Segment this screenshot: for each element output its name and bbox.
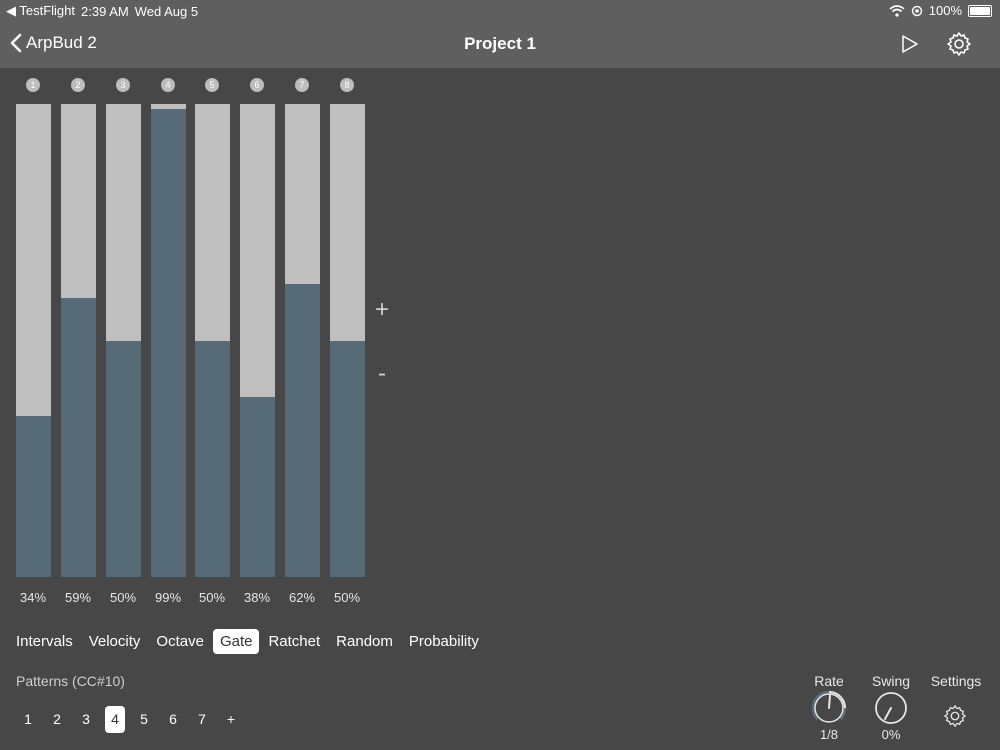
step-fill: [106, 340, 141, 577]
step-fill: [285, 283, 320, 577]
wifi-icon: [889, 4, 905, 17]
pattern-3-button[interactable]: 3: [76, 706, 96, 733]
swing-knob[interactable]: [872, 689, 910, 727]
step-slider-2[interactable]: [61, 104, 96, 577]
rate-knob[interactable]: [810, 689, 848, 727]
step-fill: [151, 108, 186, 577]
pattern-7-button[interactable]: 7: [192, 706, 212, 733]
step-fill: [330, 340, 365, 577]
step-value-label: 59%: [64, 590, 92, 605]
tab-intervals[interactable]: Intervals: [9, 629, 80, 654]
back-to-app-link[interactable]: ◀ TestFlight: [6, 3, 75, 19]
step-badge: 3: [116, 78, 130, 92]
tab-octave[interactable]: Octave: [149, 629, 211, 654]
step-slider-6[interactable]: [240, 104, 275, 577]
step-slider-8[interactable]: [330, 104, 365, 577]
gear-icon[interactable]: [945, 30, 973, 58]
increment-button[interactable]: +: [370, 296, 394, 326]
step-badge: 7: [295, 78, 309, 92]
step-value-label: 50%: [198, 590, 226, 605]
status-date: Wed Aug 5: [134, 3, 199, 19]
tab-random[interactable]: Random: [329, 629, 400, 654]
step-value-label: 50%: [109, 590, 137, 605]
step-value-label: 38%: [243, 590, 271, 605]
step-badge: 5: [205, 78, 219, 92]
step-value-label: 62%: [288, 590, 316, 605]
pattern-selector: 1 2 3 4 5 6 7 +: [18, 706, 250, 733]
rate-label: Rate: [814, 673, 844, 689]
pattern-4-button[interactable]: 4: [105, 706, 125, 733]
step-slider-3[interactable]: [106, 104, 141, 577]
battery-icon: [968, 4, 992, 17]
add-pattern-button[interactable]: +: [221, 706, 241, 733]
battery-percentage: 100%: [928, 3, 962, 18]
settings-label: Settings: [930, 673, 982, 689]
step-slider-5[interactable]: [195, 104, 230, 577]
status-bar: ◀ TestFlight 2:39 AM Wed Aug 5 100%: [0, 0, 1000, 20]
pattern-2-button[interactable]: 2: [47, 706, 67, 733]
step-badge: 2: [71, 78, 85, 92]
step-slider-1[interactable]: [16, 104, 51, 577]
status-time: 2:39 AM: [81, 3, 129, 19]
pattern-1-button[interactable]: 1: [18, 706, 38, 733]
step-fill: [61, 297, 96, 577]
step-badge: 1: [26, 78, 40, 92]
navigation-bar: ArpBud 2 Project 1: [0, 20, 1000, 68]
step-badge: 6: [250, 78, 264, 92]
step-badge: 8: [340, 78, 354, 92]
step-badge: 4: [161, 78, 175, 92]
tab-probability[interactable]: Probability: [402, 629, 486, 654]
orientation-lock-icon: [911, 5, 922, 16]
step-fill: [240, 397, 275, 577]
play-icon[interactable]: [897, 32, 921, 56]
step-slider-4[interactable]: [151, 104, 186, 577]
swing-value: 0%: [881, 727, 901, 742]
rate-value: 1/8: [819, 727, 839, 742]
step-value-label: 99%: [154, 590, 182, 605]
step-fill: [195, 340, 230, 577]
page-title: Project 1: [464, 34, 536, 53]
step-value-label: 34%: [19, 590, 47, 605]
tab-ratchet[interactable]: Ratchet: [261, 629, 327, 654]
parameter-tabs: Intervals Velocity Octave Gate Ratchet R…: [9, 629, 488, 654]
pattern-5-button[interactable]: 5: [134, 706, 154, 733]
step-slider-7[interactable]: [285, 104, 320, 577]
decrement-button[interactable]: -: [370, 360, 394, 390]
swing-label: Swing: [871, 673, 911, 689]
patterns-label: Patterns (CC#10): [16, 673, 125, 689]
settings-gear-icon[interactable]: [942, 703, 968, 729]
tab-gate[interactable]: Gate: [212, 629, 260, 654]
tab-velocity[interactable]: Velocity: [82, 629, 148, 654]
step-fill: [16, 416, 51, 577]
pattern-6-button[interactable]: 6: [163, 706, 183, 733]
step-value-label: 50%: [333, 590, 361, 605]
